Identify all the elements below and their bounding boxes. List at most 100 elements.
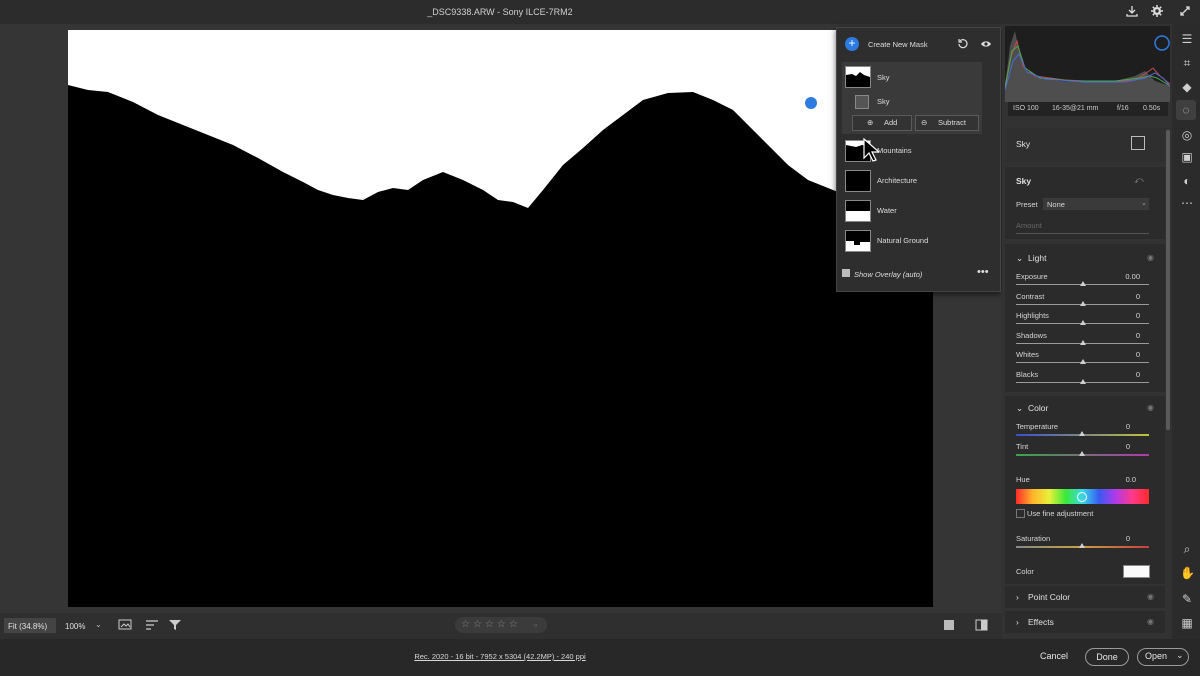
mask-option-mountains[interactable]: Mountains <box>877 146 912 155</box>
preset-label: Preset <box>1016 200 1038 209</box>
before-after-icon[interactable] <box>975 619 988 633</box>
photo-mask-preview[interactable] <box>68 30 933 607</box>
gear-icon[interactable] <box>1150 4 1164 21</box>
color-chevron-icon[interactable]: ⌄ <box>1016 403 1023 414</box>
crop-icon[interactable]: ⌗ <box>1180 56 1194 70</box>
show-overlay-checkbox[interactable] <box>842 269 850 277</box>
trash-icon[interactable]: ▫ <box>534 620 537 630</box>
light-slider-value[interactable]: 0 <box>1104 350 1140 359</box>
mask-option-natural-ground[interactable]: Natural Ground <box>877 236 928 245</box>
star-rating[interactable]: ☆☆☆☆☆ <box>461 619 521 630</box>
filter-icon[interactable] <box>168 619 182 633</box>
zoom-100-label[interactable]: 100% <box>65 622 85 631</box>
sliders-icon[interactable]: ☰ <box>1180 32 1194 46</box>
color-eye-icon[interactable]: ◉ <box>1147 403 1154 412</box>
snapshots-icon[interactable]: ◐ <box>1180 174 1194 188</box>
eyedropper-icon[interactable]: ✎ <box>1180 592 1194 606</box>
zoom-icon[interactable]: ⌕ <box>1180 542 1194 556</box>
color-swatch-label: Color <box>1016 567 1034 576</box>
sky-mask-label[interactable]: Sky <box>877 73 890 82</box>
point-color-chevron-icon[interactable]: › <box>1016 592 1019 602</box>
more-icon[interactable]: ••• <box>977 266 989 278</box>
saturation-label: Saturation <box>1016 534 1051 543</box>
light-slider-thumb[interactable] <box>1079 340 1086 345</box>
add-button[interactable] <box>852 115 912 131</box>
fit-zoom-label: Fit (34.8%) <box>8 622 48 631</box>
presets-icon[interactable]: ▣ <box>1180 150 1194 164</box>
light-title[interactable]: Light <box>1028 253 1046 263</box>
water-thumbnail[interactable] <box>845 200 871 222</box>
sky-mask-thumbnail[interactable] <box>845 66 871 88</box>
redeye-icon[interactable]: ◎ <box>1180 128 1194 142</box>
create-mask-icon[interactable]: + <box>845 37 859 51</box>
light-slider-label: Highlights <box>1016 311 1049 320</box>
point-color-eye-icon[interactable]: ◉ <box>1147 592 1154 601</box>
sample-icon[interactable] <box>943 619 955 633</box>
download-icon[interactable] <box>1125 4 1139 21</box>
workflow-options-link[interactable]: Rec. 2020 - 16 bit - 7952 x 5304 (42.2MP… <box>300 652 700 661</box>
fine-adjustment-checkbox[interactable] <box>1016 509 1025 518</box>
point-color-title[interactable]: Point Color <box>1028 592 1070 602</box>
effects-title[interactable]: Effects <box>1028 617 1054 627</box>
light-slider-thumb[interactable] <box>1079 379 1086 384</box>
create-new-mask-label[interactable]: Create New Mask <box>868 40 928 49</box>
tint-label: Tint <box>1016 442 1029 451</box>
light-eye-icon[interactable]: ◉ <box>1147 253 1154 262</box>
cancel-button[interactable]: Cancel <box>1040 651 1068 661</box>
saturation-thumb[interactable] <box>1079 543 1085 548</box>
temperature-label: Temperature <box>1016 422 1059 431</box>
mask-invert-icon[interactable] <box>1131 136 1145 150</box>
light-slider-value[interactable]: 0 <box>1104 292 1140 301</box>
fine-adjustment-label: Use fine adjustment <box>1027 509 1094 518</box>
preset-dropdown-icon[interactable]: ⌄ <box>1141 199 1147 207</box>
temperature-thumb[interactable] <box>1079 431 1085 436</box>
saturation-value[interactable]: 0 <box>1110 534 1130 543</box>
more-tools-icon[interactable]: ⋯ <box>1180 196 1194 210</box>
eraser-icon[interactable]: ◆ <box>1180 80 1194 94</box>
component-reset-icon[interactable]: ⤺ <box>1134 175 1144 186</box>
mask-icon[interactable]: ◌ <box>1179 103 1193 117</box>
effects-chevron-icon[interactable]: › <box>1016 617 1019 627</box>
open-dropdown-icon[interactable]: ⌄ <box>1176 650 1184 661</box>
mask-name[interactable]: Sky <box>1016 139 1030 149</box>
color-title[interactable]: Color <box>1028 403 1048 413</box>
color-swatch[interactable] <box>1123 565 1150 578</box>
mask-option-water[interactable]: Water <box>877 206 897 215</box>
effects-eye-icon[interactable]: ◉ <box>1147 617 1154 626</box>
sky-component-icon <box>855 95 869 109</box>
add-label: Add <box>884 118 898 127</box>
tint-value[interactable]: 0 <box>1110 442 1130 451</box>
natural-ground-thumbnail[interactable] <box>845 230 871 252</box>
amount-slider[interactable] <box>1016 233 1149 234</box>
architecture-thumbnail[interactable] <box>845 170 871 192</box>
pointer-cursor <box>863 137 881 164</box>
sort-icon[interactable] <box>145 619 159 633</box>
collapse-icon[interactable] <box>1178 4 1192 21</box>
light-slider-thumb[interactable] <box>1079 301 1086 306</box>
zoom-dropdown-icon[interactable]: ⌄ <box>95 620 102 629</box>
tint-thumb[interactable] <box>1079 451 1085 456</box>
eye-icon[interactable] <box>980 38 992 52</box>
light-slider-value[interactable]: 0.00 <box>1104 272 1140 281</box>
temperature-value[interactable]: 0 <box>1110 422 1130 431</box>
light-slider-value[interactable]: 0 <box>1104 311 1140 320</box>
light-slider-value[interactable]: 0 <box>1104 331 1140 340</box>
panel-scrollbar[interactable] <box>1166 130 1170 430</box>
hand-icon[interactable]: ✋ <box>1180 566 1195 580</box>
mask-option-architecture[interactable]: Architecture <box>877 176 917 185</box>
light-slider-thumb[interactable] <box>1079 359 1086 364</box>
sky-component-label[interactable]: Sky <box>877 97 890 106</box>
done-button[interactable]: Done <box>1085 648 1129 666</box>
hue-value[interactable]: 0.0 <box>1110 475 1136 484</box>
reset-icon[interactable] <box>957 38 969 52</box>
light-slider-thumb[interactable] <box>1079 281 1086 286</box>
light-slider-value[interactable]: 0 <box>1104 370 1140 379</box>
aperture-label: f/16 <box>1117 105 1129 112</box>
light-slider-thumb[interactable] <box>1079 320 1086 325</box>
grid-icon[interactable]: ▦ <box>1180 616 1194 630</box>
shutter-label: 0.50s <box>1143 105 1161 112</box>
filmstrip-icon[interactable] <box>118 619 132 633</box>
show-overlay-label: Show Overlay (auto) <box>854 270 923 279</box>
light-chevron-icon[interactable]: ⌄ <box>1016 253 1023 264</box>
hue-thumb[interactable] <box>1077 492 1087 502</box>
